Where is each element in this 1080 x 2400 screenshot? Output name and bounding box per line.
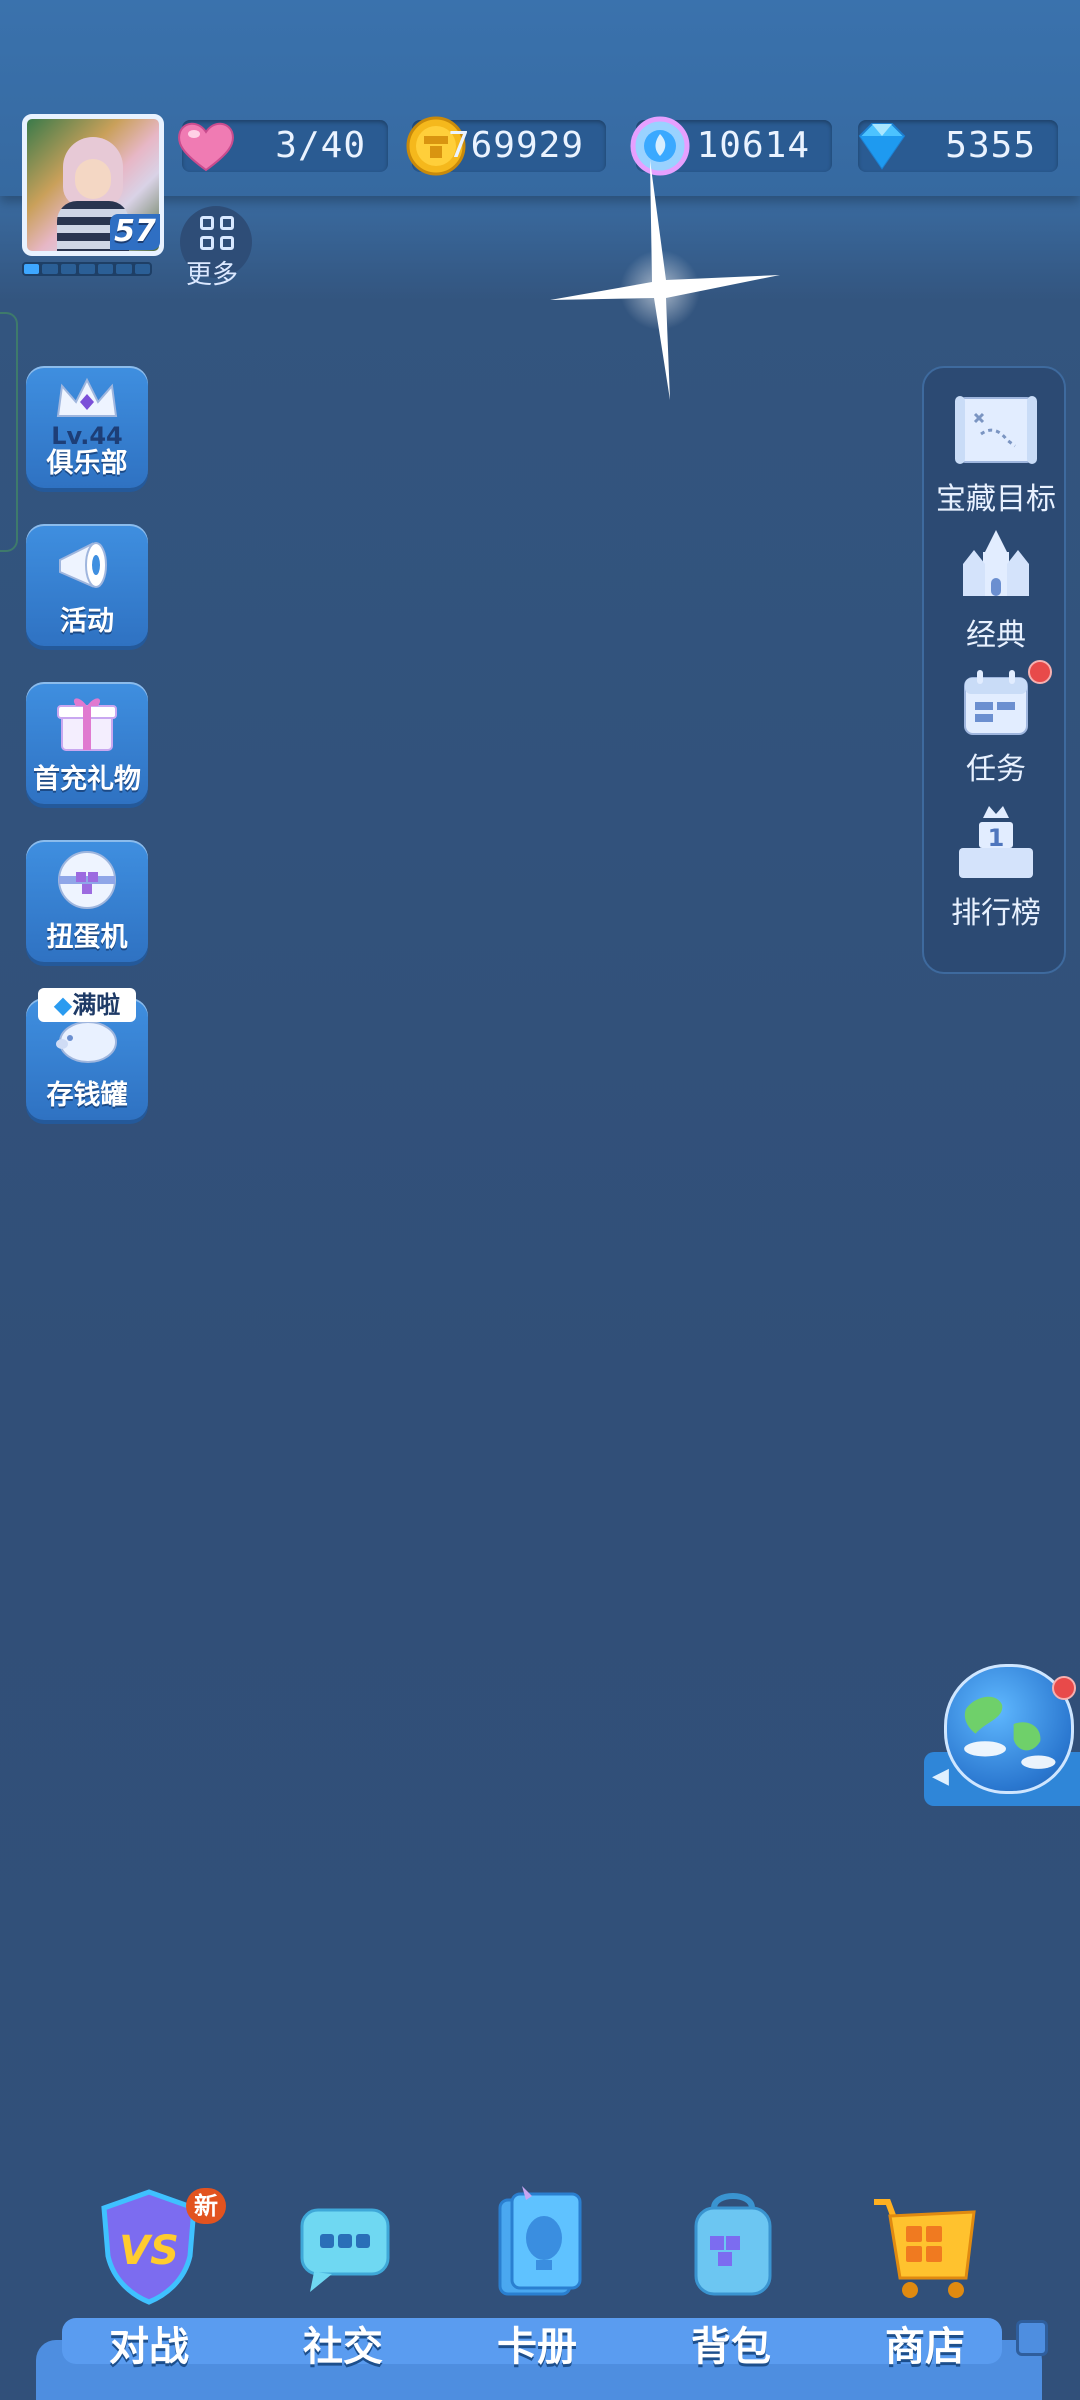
player-level-badge: 57 <box>110 214 160 250</box>
treasure-goal-label: 宝藏目标 <box>936 482 1056 517</box>
piggy-bank-label: 存钱罐 <box>46 1080 128 1111</box>
nav-battle-label: 对战 <box>109 2324 189 2370</box>
new-badge: 新 <box>186 2188 226 2224</box>
classic-button[interactable]: 经典 <box>924 526 1068 653</box>
treasure-goal-button[interactable]: 宝藏目标 <box>924 390 1068 517</box>
calendar-icon <box>964 670 1028 735</box>
right-menu-panel: 宝藏目标 经典 任务 1 排行榜 <box>922 366 1066 974</box>
podium-icon: 1 <box>959 806 1033 878</box>
gacha-capsule-icon <box>58 851 116 909</box>
nav-card-album-label: 卡册 <box>497 2324 577 2370</box>
first-recharge-label: 首充礼物 <box>33 764 141 795</box>
xp-progress-bar <box>22 262 152 276</box>
globe-icon <box>964 1696 1056 1769</box>
heart-icon <box>178 122 234 172</box>
castle-icon <box>963 530 1029 596</box>
ranking-button[interactable]: 1 排行榜 <box>924 804 1068 931</box>
svg-text:1: 1 <box>988 824 1005 852</box>
classic-label: 经典 <box>966 618 1026 653</box>
club-label: 俱乐部 <box>46 448 128 479</box>
tasks-label: 任务 <box>966 752 1026 787</box>
gacha-label: 扭蛋机 <box>46 922 128 953</box>
tasks-notification-dot <box>1028 660 1052 684</box>
piggy-full-tag: ◆满啦 <box>38 988 136 1022</box>
hearts-counter[interactable]: 3/40 <box>178 120 388 172</box>
nav-social-label: 社交 <box>303 2324 383 2370</box>
more-label: 更多 <box>186 260 239 290</box>
nav-backpack[interactable]: 背包 <box>646 2186 816 2376</box>
megaphone-icon <box>59 542 107 588</box>
nav-shop-label: 商店 <box>885 2324 965 2370</box>
chat-bubble-icon <box>300 2208 390 2292</box>
club-button[interactable]: Lv.44 俱乐部 <box>26 366 148 488</box>
grid-icon <box>200 216 236 252</box>
activity-button[interactable]: 活动 <box>26 524 148 646</box>
world-notification-dot <box>1052 1676 1076 1700</box>
gacha-button[interactable]: 扭蛋机 <box>26 840 148 962</box>
diamond-icon <box>858 123 906 170</box>
side-drawer-edge[interactable] <box>0 312 18 552</box>
svg-text:VS: VS <box>119 2228 179 2274</box>
nav-corner-toggle[interactable] <box>1016 2320 1048 2356</box>
gift-icon <box>57 698 117 751</box>
nav-card-album[interactable]: 卡册 <box>452 2186 622 2376</box>
card-album-icon <box>498 2186 582 2296</box>
sparkle-icon <box>550 160 780 400</box>
diamonds-counter[interactable]: 5355 <box>858 120 1058 172</box>
backpack-icon <box>694 2193 772 2296</box>
diamond-icon: ◆ <box>53 991 73 1019</box>
activity-label: 活动 <box>60 606 114 637</box>
treasure-map-icon <box>955 396 1037 464</box>
ranking-label: 排行榜 <box>951 896 1041 931</box>
nav-backpack-label: 背包 <box>691 2324 771 2370</box>
diamonds-value: 5355 <box>945 125 1036 166</box>
nav-social[interactable]: 社交 <box>258 2186 428 2376</box>
nav-shop[interactable]: 商店 <box>840 2186 1010 2376</box>
hearts-value: 3/40 <box>275 125 366 166</box>
first-recharge-button[interactable]: 首充礼物 <box>26 682 148 804</box>
shopping-cart-icon <box>874 2199 976 2298</box>
